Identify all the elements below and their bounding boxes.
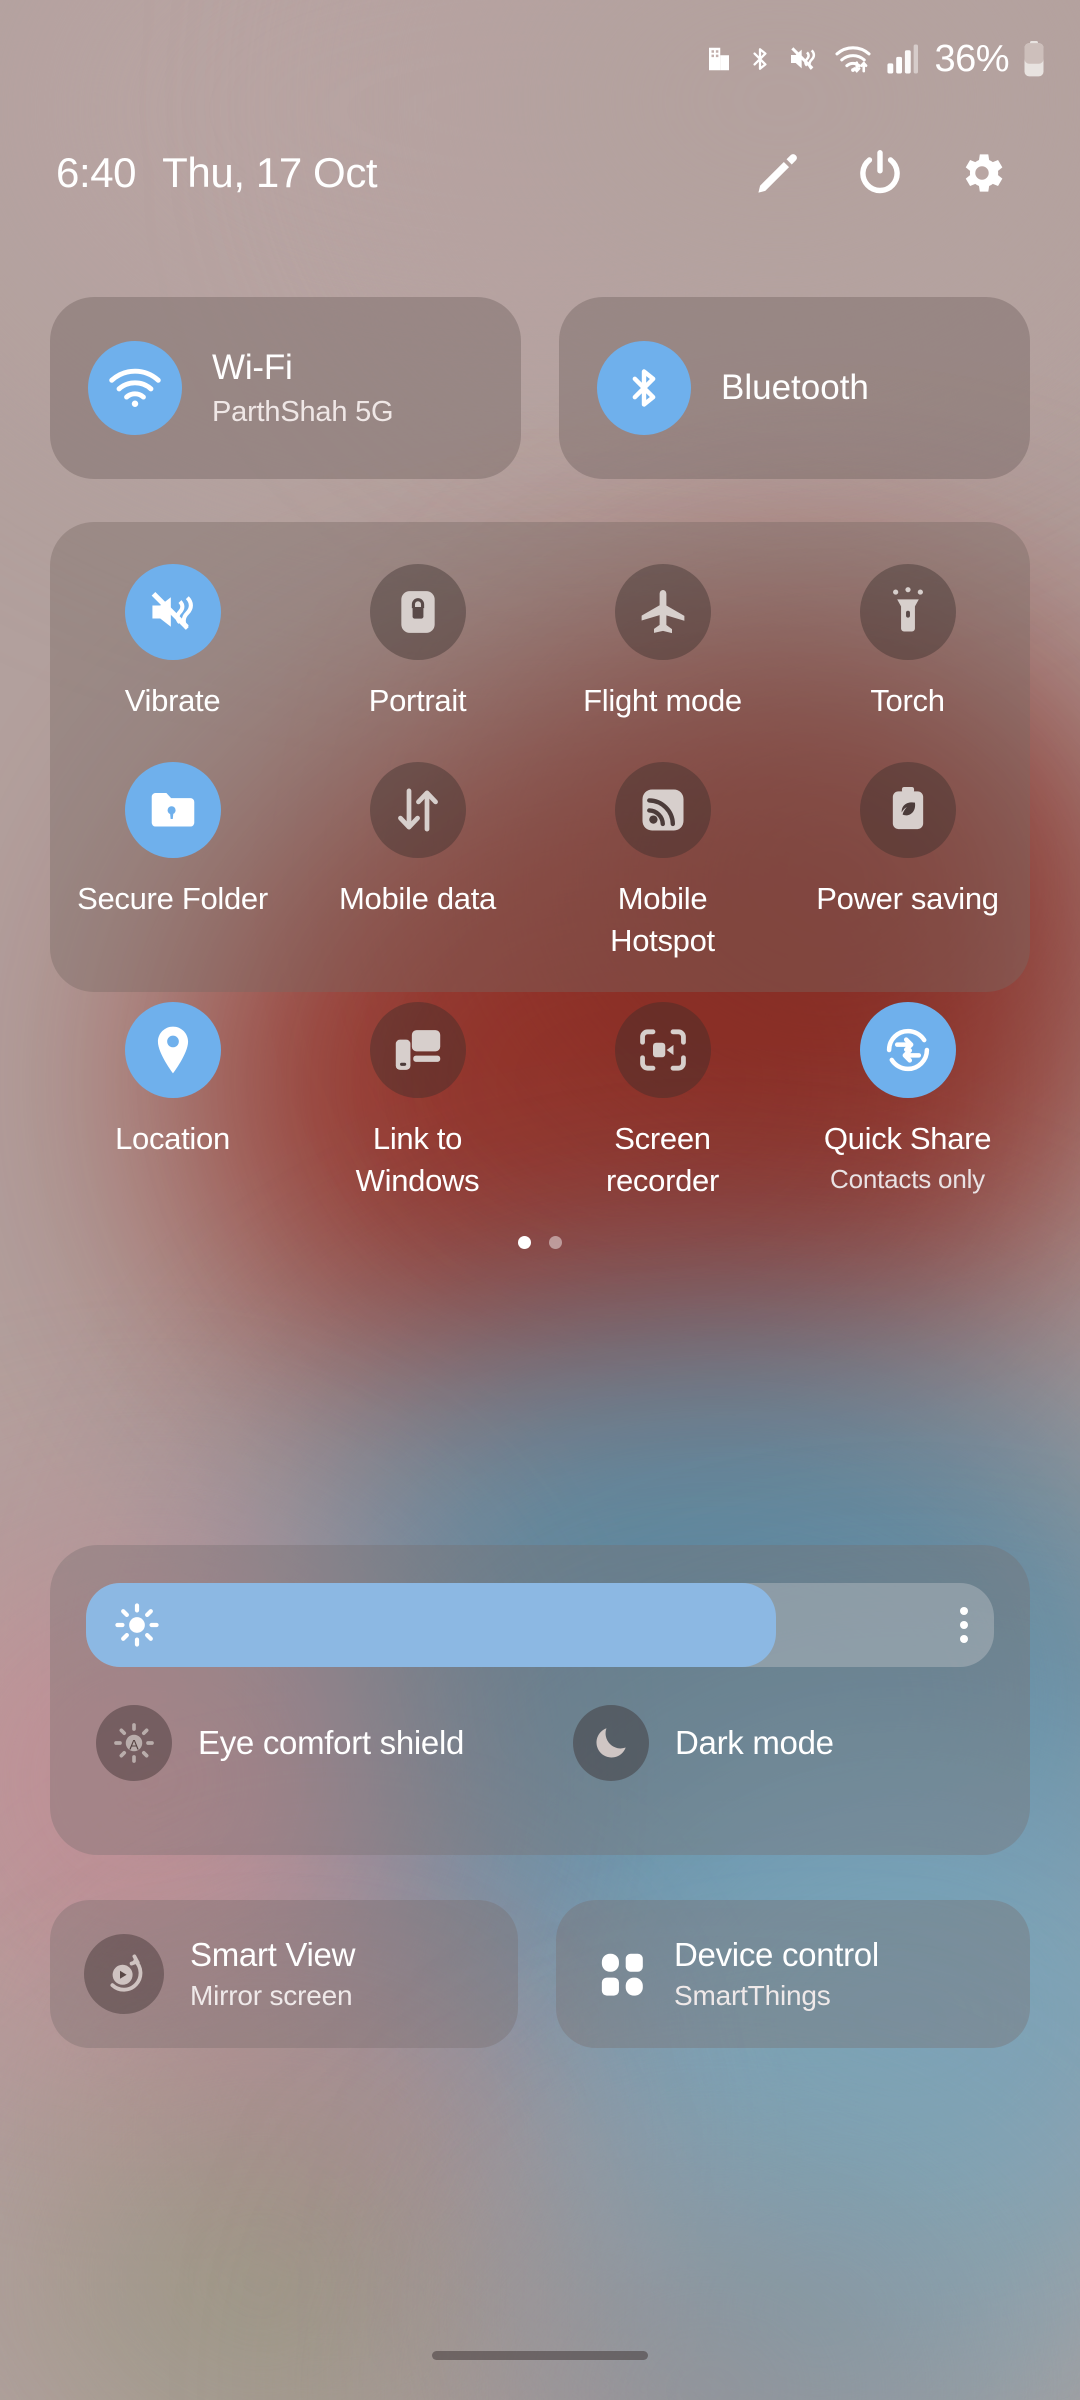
gear-icon (956, 147, 1008, 199)
link-to-windows-icon (369, 1002, 466, 1098)
power-button[interactable] (850, 143, 910, 203)
secure-folder-icon (124, 762, 221, 858)
pencil-icon (753, 148, 803, 198)
quick-tile-label: Screen recorder (605, 1121, 720, 1198)
quick-tile-label: Power saving (816, 881, 999, 916)
media-tiles: Smart View Mirror screen Device control … (50, 1900, 1030, 2048)
quick-tile-label: Mobile data (339, 881, 496, 916)
quick-tile-label: Mobile Hotspot (610, 881, 715, 958)
moon-icon (573, 1705, 649, 1781)
quick-tile-label: Torch (870, 683, 945, 718)
brightness-panel: A Eye comfort shield Dark mode (50, 1545, 1030, 1855)
quick-tile-location[interactable]: Location (50, 1002, 295, 1202)
rotation-lock-icon (369, 564, 466, 660)
panel-header: 6:40 Thu, 17 Oct (0, 118, 1080, 228)
device-control-tile[interactable]: Device control SmartThings (556, 1900, 1030, 2048)
quick-tile-secure-folder[interactable]: Secure Folder (50, 762, 295, 962)
more-options-button[interactable] (960, 1583, 968, 1667)
date-label: Thu, 17 Oct (162, 149, 378, 196)
wifi-tile-subtitle: ParthShah 5G (212, 395, 394, 428)
quick-tile-mobile-hotspot[interactable]: Mobile Hotspot (540, 762, 785, 962)
dark-mode-label: Dark mode (675, 1724, 834, 1761)
page-dot-2[interactable] (549, 1236, 562, 1249)
device-control-icon (596, 1947, 650, 2001)
wifi-tile-title: Wi-Fi (212, 347, 293, 387)
connectivity-tiles: Wi-Fi ParthShah 5G Bluetooth (50, 297, 1030, 479)
quick-tile-label: Quick Share (823, 1121, 992, 1156)
page-dot-1[interactable] (518, 1236, 531, 1249)
smart-view-tile[interactable]: Smart View Mirror screen (50, 1900, 518, 2048)
quick-tile-link-to-windows[interactable]: Link to Windows (295, 1002, 540, 1202)
battery-icon (1022, 40, 1046, 78)
quick-tile-screen-recorder[interactable]: Screen recorder (540, 1002, 785, 1202)
clock-label: 6:40 (56, 149, 137, 196)
eye-comfort-shield-toggle[interactable]: A Eye comfort shield (50, 1705, 553, 1781)
quick-tile-sublabel: Contacts only (830, 1164, 985, 1194)
more-options-icon (960, 1604, 968, 1646)
smart-view-subtitle: Mirror screen (190, 1980, 353, 2011)
power-saving-icon (859, 762, 956, 858)
settings-button[interactable] (952, 143, 1012, 203)
quick-toggles-panel: Vibrate Portrait Flight mode Torch Secur… (50, 522, 1030, 1249)
quick-tile-flight-mode[interactable]: Flight mode (540, 564, 785, 722)
eye-comfort-shield-label: Eye comfort shield (198, 1724, 465, 1761)
signal-icon (886, 43, 919, 75)
quick-tile-portrait[interactable]: Portrait (295, 564, 540, 722)
home-gesture-pill[interactable] (432, 2350, 648, 2360)
quick-tile-quick-share[interactable]: Quick Share Contacts only (785, 1002, 1030, 1202)
quick-tile-vibrate[interactable]: Vibrate (50, 564, 295, 722)
status-bar: 36% (0, 0, 1080, 118)
smart-view-title: Smart View (190, 1936, 356, 1973)
quick-share-icon (859, 1002, 956, 1098)
quick-tile-label: Link to Windows (355, 1121, 480, 1198)
brightness-slider-fill (86, 1583, 777, 1667)
dark-mode-toggle[interactable]: Dark mode (553, 1705, 1030, 1781)
quick-tile-label: Portrait (368, 683, 467, 718)
quick-tile-label: Secure Folder (77, 881, 268, 916)
page-indicator (50, 1236, 1030, 1249)
wifi-icon (833, 43, 873, 75)
vibrate-icon (786, 43, 820, 75)
mobile-data-icon (369, 762, 466, 858)
quick-tile-label: Location (115, 1121, 230, 1156)
bluetooth-icon (747, 42, 773, 76)
flashlight-icon (859, 564, 956, 660)
wifi-tile[interactable]: Wi-Fi ParthShah 5G (50, 297, 521, 479)
quick-tile-torch[interactable]: Torch (785, 564, 1030, 722)
power-icon (853, 146, 907, 200)
brightness-slider[interactable] (86, 1583, 994, 1667)
quick-settings-screen: 36% 6:40 Thu, 17 Oct Wi-Fi ParthShah 5G … (0, 0, 1080, 2400)
navigation-bar (0, 2310, 1080, 2400)
quick-toggles-grid: Vibrate Portrait Flight mode Torch Secur… (50, 522, 1030, 1202)
quick-tile-label: Vibrate (124, 683, 221, 718)
bluetooth-icon (597, 341, 691, 435)
device-control-title: Device control (674, 1936, 879, 1973)
eye-comfort-icon: A (96, 1705, 172, 1781)
wifi-icon (88, 341, 182, 435)
smart-view-icon (84, 1934, 164, 2014)
brightness-sun-icon (114, 1602, 160, 1648)
screen-recorder-icon (614, 1002, 711, 1098)
airplane-icon (614, 564, 711, 660)
edit-button[interactable] (748, 143, 808, 203)
battery-percent-label: 36% (934, 37, 1009, 80)
hotspot-icon (614, 762, 711, 858)
bluetooth-tile-title: Bluetooth (721, 368, 869, 407)
device-control-subtitle: SmartThings (674, 1980, 831, 2011)
svg-text:A: A (129, 1738, 139, 1754)
bluetooth-tile[interactable]: Bluetooth (559, 297, 1030, 479)
display-toggles-row: A Eye comfort shield Dark mode (50, 1705, 1030, 1781)
location-pin-icon (124, 1002, 221, 1098)
quick-tile-label: Flight mode (583, 683, 742, 718)
work-profile-icon (704, 43, 734, 75)
quick-tile-mobile-data[interactable]: Mobile data (295, 762, 540, 962)
vibrate-icon (124, 564, 221, 660)
quick-tile-power-saving[interactable]: Power saving (785, 762, 1030, 962)
